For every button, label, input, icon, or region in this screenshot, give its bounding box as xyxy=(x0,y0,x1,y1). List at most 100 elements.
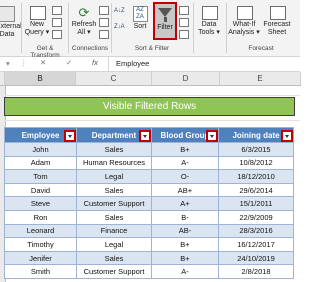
joining-date-cell[interactable]: 2/8/2018 xyxy=(218,264,294,279)
reapply-icon[interactable] xyxy=(179,18,189,27)
enter-icon[interactable]: ✓ xyxy=(66,58,72,67)
department-cell[interactable]: Legal xyxy=(76,237,152,252)
filter-dropdown-icon[interactable] xyxy=(281,130,293,142)
forecast-sheet-button[interactable]: Forecast Sheet xyxy=(262,6,292,37)
department-cell[interactable]: Sales xyxy=(76,142,152,157)
advanced-filter-icon[interactable] xyxy=(179,30,189,39)
column-header-e[interactable]: E xyxy=(220,72,301,86)
insert-function-icon[interactable]: fx xyxy=(92,58,98,67)
sort-dialog-icon: AZ ZA xyxy=(132,6,148,22)
sort-za-icon: Z↓A xyxy=(114,24,125,30)
department-cell[interactable]: Sales xyxy=(76,250,152,266)
table-row: Timothy Legal B+ 16/12/2017 xyxy=(4,237,294,252)
connections-small-icons xyxy=(99,6,109,39)
blood-group-cell[interactable]: B- xyxy=(151,209,219,225)
joining-date-cell[interactable]: 6/3/2015 xyxy=(218,142,294,157)
funnel-icon xyxy=(158,8,172,17)
filter-dropdown-icon[interactable] xyxy=(139,130,151,142)
table-row: David Sales AB+ 29/6/2014 xyxy=(4,182,294,198)
header-employee: Employee xyxy=(4,127,77,143)
joining-date-cell[interactable]: 18/12/2010 xyxy=(218,169,294,184)
sort-button[interactable]: AZ ZA Sort xyxy=(130,6,150,31)
table-row: Ron Sales B- 22/9/2009 xyxy=(4,209,294,225)
refresh-all-button[interactable]: ⟳ Refresh All ▾ xyxy=(71,6,97,37)
employee-cell[interactable]: Adam xyxy=(4,155,77,171)
blood-group-cell[interactable]: A+ xyxy=(151,196,219,211)
employee-cell[interactable]: Jenifer xyxy=(4,250,77,266)
formula-bar: ▾ ⋮ ✕ ✓ fx Employee xyxy=(0,57,300,72)
joining-date-cell[interactable]: 10/8/2012 xyxy=(218,155,294,171)
get-transform-small-icons xyxy=(52,6,62,39)
joining-date-cell[interactable]: 16/12/2017 xyxy=(218,237,294,252)
table-row: Leonard Finance AB- 28/3/2016 xyxy=(4,223,294,239)
joining-date-cell[interactable]: 29/6/2014 xyxy=(218,182,294,198)
table-row: Adam Human Resources A- 10/8/2012 xyxy=(4,155,294,171)
blood-group-cell[interactable]: AB+ xyxy=(151,182,219,198)
employee-cell[interactable]: Tom xyxy=(4,169,77,184)
department-cell[interactable]: Human Resources xyxy=(76,155,152,171)
name-box-dropdown-icon[interactable]: ▾ xyxy=(6,59,10,68)
table-row: Smith Customer Support A- 2/8/2018 xyxy=(4,264,294,279)
new-query-button[interactable]: New Query ▾ xyxy=(24,6,50,37)
blood-group-cell[interactable]: O- xyxy=(151,169,219,184)
department-cell[interactable]: Finance xyxy=(76,223,152,239)
blood-group-cell[interactable]: AB- xyxy=(151,223,219,239)
department-cell[interactable]: Sales xyxy=(76,182,152,198)
blood-group-cell[interactable]: B+ xyxy=(151,250,219,266)
new-query-icon xyxy=(30,6,46,20)
filter-button[interactable]: Filter xyxy=(153,2,177,40)
column-header-c[interactable]: C xyxy=(76,72,152,86)
department-cell[interactable]: Customer Support xyxy=(76,264,152,279)
group-label-sort-filter: Sort & Filter xyxy=(134,45,170,52)
joining-date-cell[interactable]: 22/9/2009 xyxy=(218,209,294,225)
employee-cell[interactable]: Ron xyxy=(4,209,77,225)
database-icon xyxy=(0,6,15,22)
table-row: Tom Legal O- 18/12/2010 xyxy=(4,169,294,184)
employee-cell[interactable]: David xyxy=(4,182,77,198)
clear-filter-icon[interactable] xyxy=(179,6,189,15)
column-header-d[interactable]: D xyxy=(152,72,220,86)
joining-date-cell[interactable]: 24/10/2019 xyxy=(218,250,294,266)
from-table-icon[interactable] xyxy=(52,18,62,27)
filter-dropdown-icon[interactable] xyxy=(206,130,218,142)
show-queries-icon[interactable] xyxy=(52,6,62,15)
employee-cell[interactable]: Timothy xyxy=(4,237,77,252)
column-header-b[interactable]: B xyxy=(5,72,76,86)
cancel-icon[interactable]: ✕ xyxy=(40,58,46,67)
blood-group-cell[interactable]: B+ xyxy=(151,237,219,252)
sort-ascending-button[interactable]: A↓Z xyxy=(114,8,125,14)
table-header-row: Employee Department Blood Group Joining … xyxy=(4,127,294,143)
refresh-icon: ⟳ xyxy=(78,5,90,20)
department-cell[interactable]: Sales xyxy=(76,209,152,225)
header-blood-group: Blood Group xyxy=(151,127,219,143)
department-cell[interactable]: Legal xyxy=(76,169,152,184)
ribbon: External Data New Query ▾ Get & Transfor… xyxy=(0,0,300,59)
data-tools-button[interactable]: Data Tools ▾ xyxy=(196,6,222,37)
joining-date-cell[interactable]: 15/1/2011 xyxy=(218,196,294,211)
group-label-connections: Connections xyxy=(71,45,109,52)
blood-group-cell[interactable]: A- xyxy=(151,155,219,171)
filter-dropdown-icon[interactable] xyxy=(64,130,76,142)
group-separator xyxy=(226,3,227,53)
formula-bar-dots: ⋮ xyxy=(20,58,28,67)
properties-icon[interactable] xyxy=(99,18,109,27)
formula-input[interactable]: Employee xyxy=(116,59,149,68)
recent-sources-icon[interactable] xyxy=(52,30,62,39)
employee-cell[interactable]: Leonard xyxy=(4,223,77,239)
sort-az-icon: A↓Z xyxy=(114,8,125,14)
header-department: Department xyxy=(76,127,152,143)
connections-icon[interactable] xyxy=(99,6,109,15)
what-if-analysis-button[interactable]: What-If Analysis ▾ xyxy=(228,6,260,37)
employee-cell[interactable]: Steve xyxy=(4,196,77,211)
joining-date-cell[interactable]: 28/3/2016 xyxy=(218,223,294,239)
what-if-icon xyxy=(237,6,253,20)
sort-descending-button[interactable]: Z↓A xyxy=(114,24,125,30)
blood-group-cell[interactable]: B+ xyxy=(151,142,219,157)
edit-links-icon[interactable] xyxy=(99,30,109,39)
employee-cell[interactable]: John xyxy=(4,142,77,157)
employee-cell[interactable]: Smith xyxy=(4,264,77,279)
department-cell[interactable]: Customer Support xyxy=(76,196,152,211)
group-separator xyxy=(68,3,69,53)
blood-group-cell[interactable]: A- xyxy=(151,264,219,279)
get-external-data-button[interactable]: External Data xyxy=(0,6,22,39)
